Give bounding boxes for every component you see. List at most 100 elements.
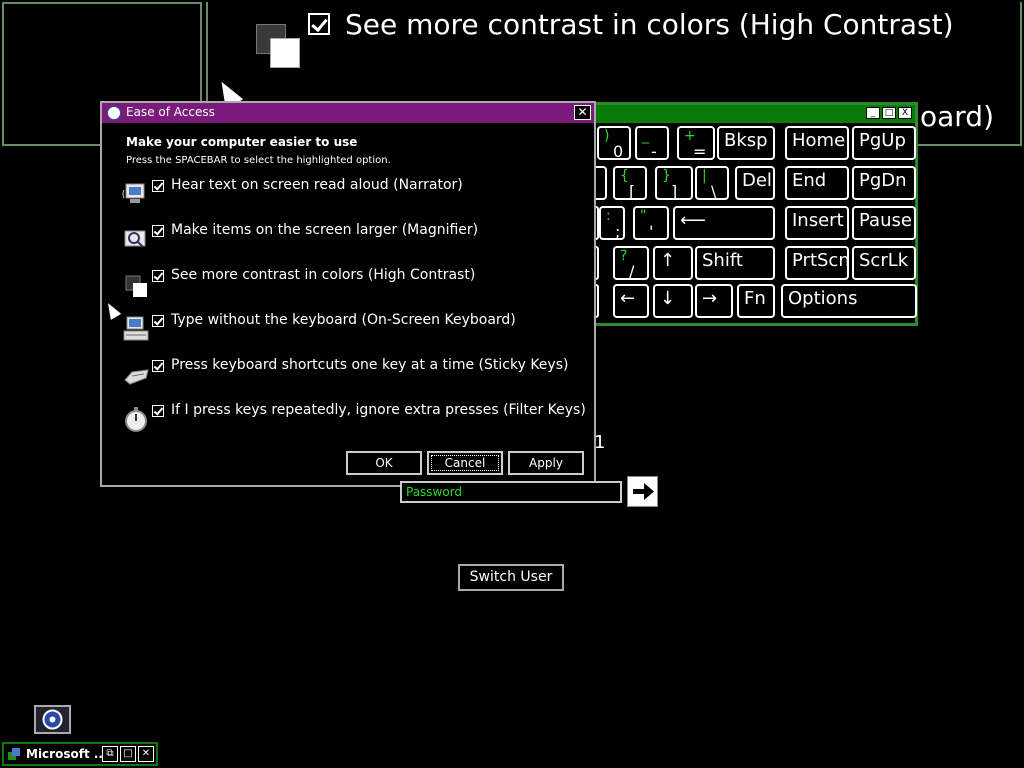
osk-key[interactable]: ← <box>613 284 649 318</box>
osk-key-label: ; <box>615 222 621 241</box>
osk-key-label: ⟵ <box>680 210 706 231</box>
close-button[interactable]: ✕ <box>574 105 591 120</box>
cancel-button[interactable]: Cancel <box>427 451 503 475</box>
osk-key[interactable]: ) 0 <box>597 126 631 161</box>
filter-keys-checkbox[interactable] <box>152 405 164 417</box>
osk-key[interactable]: Insert <box>785 206 849 240</box>
osk-key[interactable]: ↑ <box>653 246 693 280</box>
osk-key-label: Del <box>742 170 772 191</box>
option-on-screen-keyboard[interactable]: Type without the keyboard (On-Screen Key… <box>122 312 582 351</box>
osk-key[interactable]: Del <box>735 166 775 200</box>
osk-key-shift-label: ? <box>620 248 628 264</box>
osk-key-shift-label: " <box>640 208 647 224</box>
osk-titlebar[interactable]: _ □ X <box>595 105 915 123</box>
option-filter-keys[interactable]: If I press keys repeatedly, ignore extra… <box>122 402 586 441</box>
magnified-high-contrast-label: See more contrast in colors (High Contra… <box>345 8 954 41</box>
osk-key[interactable]: + = <box>677 126 715 161</box>
osk-key[interactable]: Fn <box>737 284 775 318</box>
osk-key[interactable]: PrtScn <box>785 246 850 280</box>
close-icon[interactable]: X <box>898 107 912 119</box>
taskbar-window-item[interactable]: Microsoft ... ⧉ □ ✕ <box>2 742 158 766</box>
osk-key-label: Pause <box>859 210 912 231</box>
osk-key-label: \ <box>711 182 717 201</box>
osk-key-shift-label: _ <box>642 128 649 144</box>
osk-key[interactable]: Pause <box>852 206 916 240</box>
osk-key-label: Bksp <box>724 130 768 151</box>
apply-button[interactable]: Apply <box>508 451 584 475</box>
osk-key-label: ↓ <box>660 288 676 309</box>
magnifier-checkbox[interactable] <box>152 225 164 237</box>
osk-key[interactable]: Shift <box>695 246 775 280</box>
switch-user-button[interactable]: Switch User <box>458 564 564 591</box>
osk-key[interactable]: :; <box>599 206 625 241</box>
maximize-icon[interactable]: □ <box>882 107 896 119</box>
magnifier-icon <box>122 225 150 253</box>
osk-key-label: Fn <box>744 288 766 309</box>
ok-button[interactable]: OK <box>346 451 422 475</box>
option-high-contrast[interactable]: See more contrast in colors (High Contra… <box>122 267 582 306</box>
dialog-subheading: Press the SPACEBAR to select the highlig… <box>126 155 391 166</box>
osk-key-label: = <box>693 142 707 161</box>
submit-arrow-button[interactable] <box>627 476 658 507</box>
osk-key-label: ' <box>649 222 654 241</box>
osk-key-label: ↑ <box>660 250 676 271</box>
osk-key-label: - <box>651 142 657 161</box>
osk-key[interactable]: ⟵ <box>673 206 775 240</box>
osk-key-shift-label: } <box>662 168 671 184</box>
osk-key-label: ] <box>671 182 678 201</box>
minimize-icon[interactable]: _ <box>866 107 880 119</box>
osk-key-shift-label: { <box>620 168 629 184</box>
osk-key[interactable]: Bksp <box>717 126 775 160</box>
option-narrator[interactable]: Hear text on screen read aloud (Narrator… <box>122 177 582 216</box>
option-sticky-keys[interactable]: Press keyboard shortcuts one key at a ti… <box>122 357 582 396</box>
osk-key-label: PrtScn <box>792 250 850 271</box>
osk-key[interactable]: ↓ <box>653 284 693 318</box>
osk-key[interactable]: Options <box>781 284 917 318</box>
osk-key[interactable]: | \ <box>695 166 729 201</box>
taskbar-item-label: Microsoft ... <box>26 747 108 761</box>
osk-key[interactable]: PgUp <box>852 126 916 160</box>
osk-key[interactable]: {[ <box>613 166 647 201</box>
option-label: Hear text on screen read aloud (Narrator… <box>171 177 463 193</box>
osk-key[interactable]: → <box>695 284 733 318</box>
osk-key[interactable]: " ' <box>633 206 669 241</box>
high-contrast-icon <box>122 270 150 298</box>
option-label: Type without the keyboard (On-Screen Key… <box>171 312 516 328</box>
sticky-keys-checkbox[interactable] <box>152 360 164 372</box>
osk-key[interactable]: }] <box>655 166 693 201</box>
osk-key[interactable]: _ - <box>635 126 669 161</box>
maximize-icon[interactable]: □ <box>120 746 136 762</box>
dialog-titlebar[interactable]: Ease of Access ✕ <box>102 103 594 123</box>
on-screen-keyboard-checkbox[interactable] <box>152 315 164 327</box>
sticky-keys-icon <box>122 360 150 388</box>
option-label: Make items on the screen larger (Magnifi… <box>171 222 479 238</box>
osk-key-label: Home <box>792 130 846 151</box>
osk-key[interactable]: PgDn <box>852 166 916 200</box>
high-contrast-checkbox[interactable] <box>152 270 164 282</box>
stray-text: 1 <box>594 432 606 453</box>
osk-key-label: PgUp <box>859 130 906 151</box>
option-label: See more contrast in colors (High Contra… <box>171 267 476 283</box>
dialog-heading: Make your computer easier to use <box>126 135 358 149</box>
on-screen-keyboard-window[interactable]: _ □ X ) 0 _ - + = Bksp Home PgUp{[}] | \ Del End PgDn… <box>592 102 918 326</box>
restore-icon[interactable]: ⧉ <box>102 746 118 762</box>
password-input[interactable]: Password <box>400 481 622 503</box>
osk-key-label: ← <box>620 288 636 309</box>
option-label: If I press keys repeatedly, ignore extra… <box>171 402 586 418</box>
dialog-title: Ease of Access <box>126 105 215 119</box>
magnified-keyboard-label: oard) <box>920 100 995 133</box>
osk-key-label: PgDn <box>859 170 907 191</box>
osk-key[interactable]: End <box>785 166 849 200</box>
osk-key[interactable]: ? / <box>613 246 649 281</box>
option-magnifier[interactable]: Make items on the screen larger (Magnifi… <box>122 222 582 261</box>
osk-key[interactable]: Home <box>785 126 849 160</box>
ease-of-access-dialog: Ease of Access ✕ Make your computer easi… <box>100 101 596 487</box>
close-icon[interactable]: ✕ <box>138 746 154 762</box>
osk-key-shift-label: | <box>702 168 707 184</box>
osk-key-label: / <box>629 262 635 281</box>
osk-key-label: End <box>792 170 827 191</box>
osk-key[interactable]: ScrLk <box>852 246 916 280</box>
ease-of-access-button[interactable] <box>34 705 71 734</box>
ease-of-access-icon <box>107 106 121 120</box>
narrator-checkbox[interactable] <box>152 180 164 192</box>
